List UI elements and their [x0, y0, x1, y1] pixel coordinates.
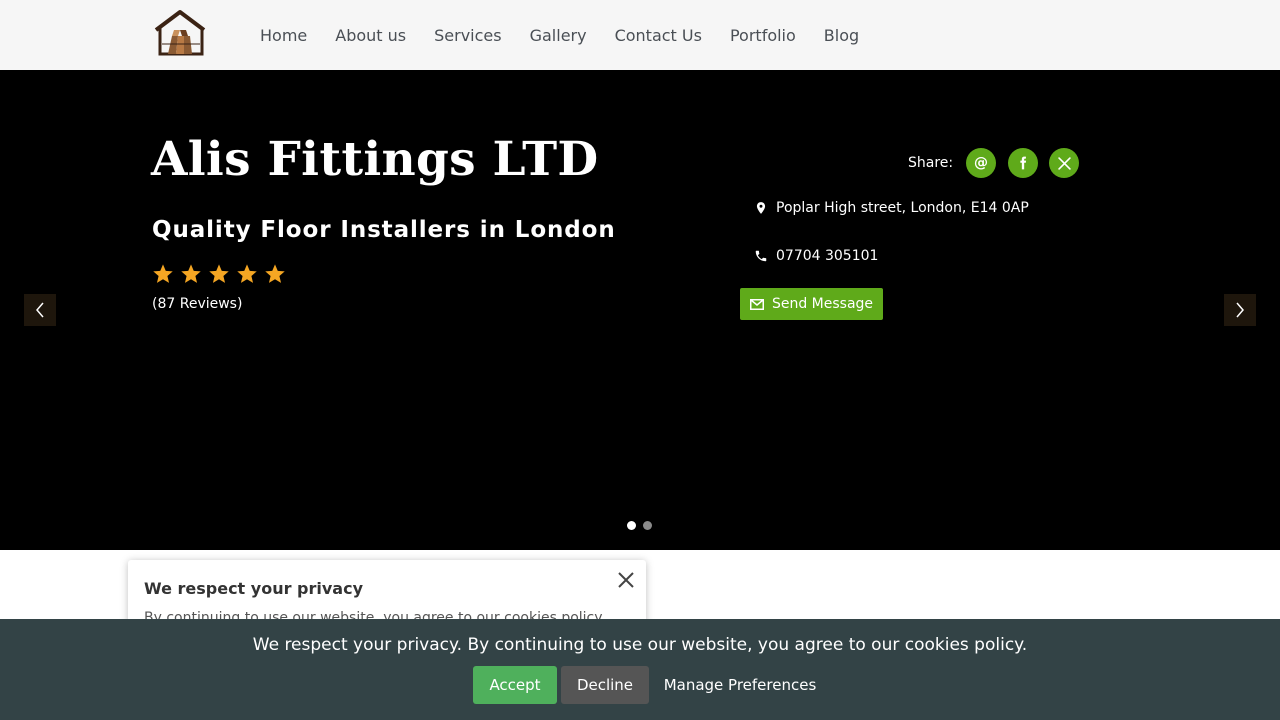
business-title: Alis Fittings LTD	[151, 132, 599, 187]
carousel-dot-2[interactable]	[643, 521, 652, 530]
facebook-icon	[1020, 156, 1027, 170]
main-nav: Home About us Services Gallery Contact U…	[246, 0, 873, 70]
house-floor-logo[interactable]	[152, 8, 210, 58]
star-icon	[153, 264, 173, 283]
nav-gallery[interactable]: Gallery	[516, 26, 601, 45]
star-icon	[181, 264, 201, 283]
send-message-button[interactable]: Send Message	[740, 288, 883, 320]
address-line: Poplar High street, London, E14 0AP	[754, 200, 1029, 216]
nav-portfolio[interactable]: Portfolio	[716, 26, 810, 45]
cookie-consent-bar: We respect your privacy. By continuing t…	[0, 619, 1280, 720]
share-email-button[interactable]: @	[966, 148, 996, 178]
share-x-button[interactable]	[1049, 148, 1079, 178]
send-message-label: Send Message	[771, 296, 874, 312]
envelope-icon	[749, 298, 764, 310]
nav-blog[interactable]: Blog	[810, 26, 873, 45]
share-label: Share:	[908, 155, 954, 171]
phone-icon	[755, 250, 767, 262]
accept-cookies-button[interactable]: Accept	[473, 666, 557, 704]
privacy-popup-title: We respect your privacy	[144, 579, 364, 598]
x-icon	[1057, 156, 1071, 170]
business-tagline: Quality Floor Installers in London	[152, 217, 616, 243]
star-icon	[237, 264, 257, 283]
email-icon: @	[974, 155, 988, 171]
reviews-count[interactable]: (87 Reviews)	[152, 296, 242, 312]
carousel-indicators	[627, 521, 659, 530]
manage-preferences-button[interactable]: Manage Preferences	[663, 666, 817, 704]
privacy-popup-close-button[interactable]	[616, 570, 636, 590]
carousel-prev-button[interactable]	[24, 294, 56, 326]
chevron-right-icon	[1236, 302, 1244, 318]
address-text: Poplar High street, London, E14 0AP	[776, 200, 1029, 216]
phone-number[interactable]: 07704 305101	[776, 248, 878, 264]
nav-contact-us[interactable]: Contact Us	[601, 26, 716, 45]
decline-cookies-button[interactable]: Decline	[561, 666, 649, 704]
share-facebook-button[interactable]	[1008, 148, 1038, 178]
star-icon	[209, 264, 229, 283]
hero-banner: Alis Fittings LTD Quality Floor Installe…	[0, 70, 1280, 550]
cookie-consent-text: We respect your privacy. By continuing t…	[252, 635, 1028, 655]
carousel-next-button[interactable]	[1224, 294, 1256, 326]
rating-stars	[152, 263, 292, 285]
close-icon	[618, 572, 634, 588]
carousel-dot-1[interactable]	[627, 521, 636, 530]
map-pin-icon	[756, 202, 766, 214]
star-icon	[265, 264, 285, 283]
nav-home[interactable]: Home	[246, 26, 321, 45]
site-header: Home About us Services Gallery Contact U…	[0, 0, 1280, 70]
chevron-left-icon	[36, 302, 44, 318]
nav-about-us[interactable]: About us	[321, 26, 420, 45]
phone-line[interactable]: 07704 305101	[754, 248, 878, 264]
nav-services[interactable]: Services	[420, 26, 515, 45]
